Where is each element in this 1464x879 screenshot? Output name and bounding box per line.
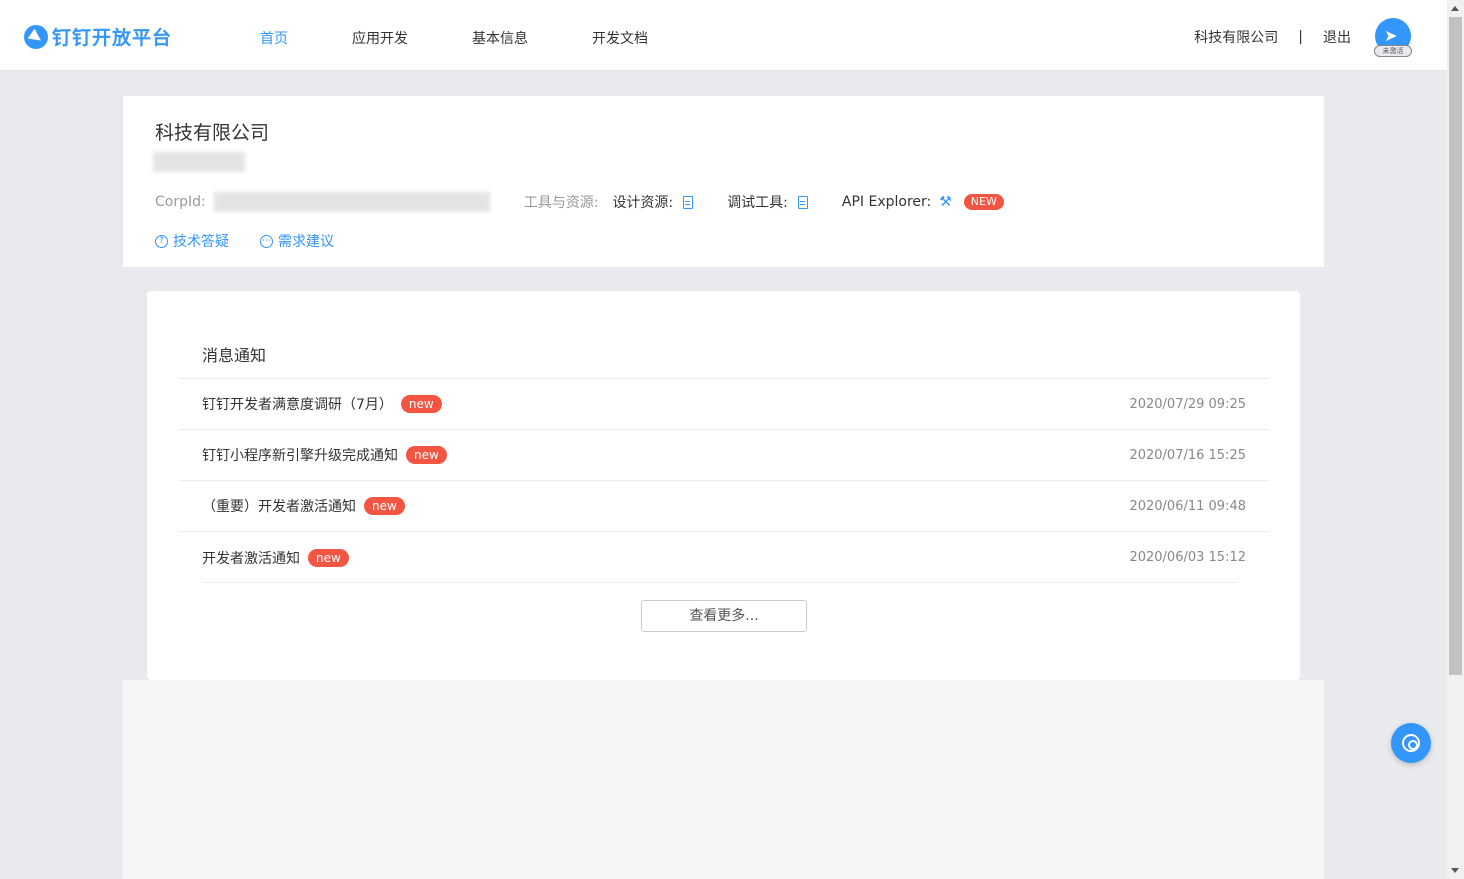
notification-time: 2020/06/11 09:48 [1129, 498, 1246, 514]
avatar-status-badge: 未激活 [1374, 45, 1412, 57]
new-badge: new [308, 548, 349, 567]
header-separator: | [1298, 29, 1303, 45]
page-scrollbar[interactable] [1447, 0, 1464, 879]
notification-text: 开发者激活通知 [202, 550, 300, 567]
scroll-down-arrow-icon[interactable] [1451, 868, 1459, 873]
top-navbar: 钉钉开放平台 首页 应用开发 基本信息 开发文档 科技有限公司 | 退出 ➤ 未… [0, 0, 1447, 71]
scroll-thumb[interactable] [1449, 17, 1462, 675]
tech-qa-link[interactable]: ? 技术答疑 [155, 231, 229, 251]
debug-tools-item[interactable]: 调试工具: [727, 192, 808, 212]
chat-bubble-icon: ⋯ [260, 234, 273, 248]
logout-link[interactable]: 退出 [1323, 27, 1351, 47]
scroll-up-arrow-icon[interactable] [1451, 6, 1459, 11]
company-name-title: 科技有限公司 [155, 122, 270, 144]
tech-qa-label: 技术答疑 [173, 234, 229, 250]
notification-text: 钉钉开发者满意度调研（7月） [202, 397, 393, 413]
support-links: ? 技术答疑 ⋯ 需求建议 [155, 231, 334, 251]
notification-item[interactable]: （重要）开发者激活通知 new 2020/06/11 09:48 [179, 481, 1269, 532]
redacted-corpid-value [213, 192, 490, 212]
api-explorer-label: API Explorer: [841, 194, 932, 210]
nav-basic-info[interactable]: 基本信息 [472, 28, 592, 48]
document-icon[interactable] [683, 195, 694, 209]
redacted-company-id [153, 152, 245, 172]
new-badge: new [364, 497, 405, 515]
wrench-icon[interactable]: ⚒ [939, 194, 952, 210]
main-nav: 首页 应用开发 基本信息 开发文档 [260, 28, 648, 48]
suggestion-link[interactable]: ⋯ 需求建议 [260, 231, 334, 251]
notification-list: 钉钉开发者满意度调研（7月） new 2020/07/29 09:25 钉钉小程… [179, 378, 1269, 583]
notification-text: 钉钉小程序新引擎升级完成通知 [202, 448, 398, 464]
notification-panel: 消息通知 钉钉开发者满意度调研（7月） new 2020/07/29 09:25… [147, 291, 1300, 680]
notification-item[interactable]: 开发者激活通知 new 2020/06/03 15:12 [179, 532, 1269, 583]
list-divider [202, 582, 1238, 583]
notification-title: 消息通知 [202, 346, 267, 365]
help-float-button[interactable] [1391, 723, 1431, 763]
logo-text: 钉钉开放平台 [52, 27, 173, 49]
user-area: 科技有限公司 | 退出 [1194, 27, 1351, 47]
view-more-button[interactable]: 查看更多... [641, 600, 807, 632]
document-icon[interactable] [797, 195, 808, 209]
notification-time: 2020/07/16 15:25 [1129, 447, 1246, 463]
design-resources-label: 设计资源: [612, 195, 674, 211]
tools-row: CorpId: 工具与资源: 设计资源: 调试工具: API Explorer:… [155, 192, 1004, 212]
company-info-card: 科技有限公司 CorpId: 工具与资源: 设计资源: 调试工具: API Ex… [123, 96, 1324, 267]
lower-content-area [123, 680, 1324, 879]
api-explorer-item[interactable]: API Explorer: ⚒ NEW [842, 194, 1004, 210]
notification-item[interactable]: 钉钉小程序新引擎升级完成通知 new 2020/07/16 15:25 [179, 430, 1269, 481]
dingtalk-logo[interactable]: 钉钉开放平台 [24, 23, 172, 50]
notification-text: （重要）开发者激活通知 [202, 499, 356, 515]
nav-app-development[interactable]: 应用开发 [352, 28, 472, 48]
suggestion-label: 需求建议 [278, 234, 334, 250]
new-badge: new [400, 395, 442, 413]
dingtalk-avatar-icon: ➤ [1384, 26, 1398, 45]
new-badge: new [406, 446, 447, 464]
question-circle-icon: ? [155, 234, 168, 248]
nav-dev-docs[interactable]: 开发文档 [592, 28, 648, 48]
dingtalk-logo-icon [24, 24, 48, 49]
nav-home[interactable]: 首页 [260, 28, 352, 48]
notification-time: 2020/07/29 09:25 [1129, 396, 1246, 412]
avatar[interactable]: ➤ 未激活 [1374, 18, 1412, 57]
notification-item[interactable]: 钉钉开发者满意度调研（7月） new 2020/07/29 09:25 [179, 379, 1269, 430]
new-badge: NEW [963, 194, 1004, 210]
design-resources-item[interactable]: 设计资源: [612, 192, 694, 212]
support-headset-icon [1402, 734, 1420, 752]
tools-label: 工具与资源: [523, 195, 599, 211]
header-company-name[interactable]: 科技有限公司 [1194, 27, 1278, 47]
notification-time: 2020/06/03 15:12 [1129, 550, 1246, 565]
corpid-label: CorpId: [155, 194, 206, 210]
debug-tools-label: 调试工具: [727, 195, 788, 211]
